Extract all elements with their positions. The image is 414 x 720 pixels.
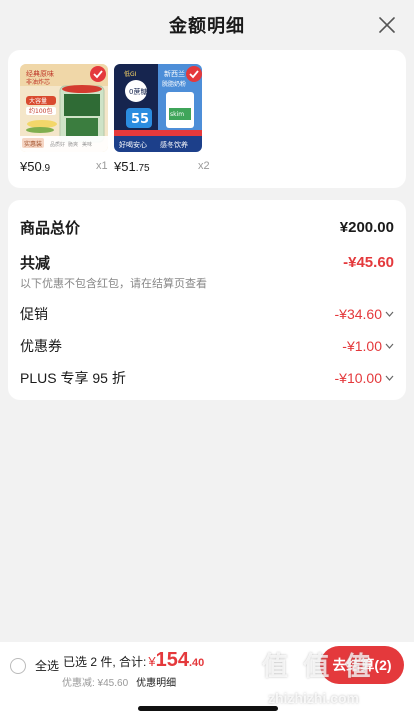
total-currency: ¥ bbox=[148, 654, 156, 669]
total-discount-value: -¥45.60 bbox=[343, 254, 394, 271]
image-text: 大容量 bbox=[29, 97, 47, 105]
watermark-url: zhizhizhi.com bbox=[268, 690, 359, 706]
discount-item-label: PLUS 专享 95 折 bbox=[20, 370, 126, 386]
image-text: 脱脂奶粉 bbox=[162, 80, 186, 88]
image-text: 新西兰 bbox=[164, 69, 185, 78]
milk-powder-image: 低GI 0蔗糖 新西兰 脱脂奶粉 55 好喝安心 感冬饮养 skim bbox=[114, 64, 202, 152]
chevron-down-icon bbox=[385, 343, 394, 349]
select-all-radio[interactable] bbox=[10, 658, 26, 674]
discount-amount: -¥34.60 bbox=[334, 306, 382, 322]
discount-amount: -¥1.00 bbox=[342, 338, 382, 354]
price-int: 50 bbox=[27, 159, 42, 174]
selected-count-text: 已选 2 件, 合计: bbox=[63, 655, 147, 669]
selected-total: 已选 2 件, 合计: ¥ 154 .40 bbox=[63, 649, 204, 672]
discount-summary: 优惠减: ¥45.60 优惠明细 bbox=[62, 674, 176, 689]
image-text: 低GI bbox=[124, 70, 137, 78]
home-indicator bbox=[138, 706, 278, 711]
total-discount-label: 共减 bbox=[20, 255, 51, 272]
total-price-label: 商品总价 bbox=[20, 220, 81, 237]
image-text: 实惠装 bbox=[24, 140, 42, 148]
discount-item-value: -¥10.00 bbox=[335, 370, 394, 386]
discount-note: 以下优惠不包含红包，请在结算页查看 bbox=[20, 278, 207, 290]
product-item[interactable]: 低GI 0蔗糖 新西兰 脱脂奶粉 55 好喝安心 感冬饮养 skim ¥51.7… bbox=[114, 64, 210, 174]
product-image: 经典原味 非油炸芯 大容量 约100包 实惠装 品质好 脆爽 美味 bbox=[20, 64, 108, 152]
image-text: 非油炸芯 bbox=[26, 78, 50, 86]
total-amount-dec: .40 bbox=[188, 657, 205, 669]
page-title: 金额明细 bbox=[169, 16, 245, 36]
discount-item-label: 促销 bbox=[20, 306, 48, 322]
image-text: 经典原味 bbox=[26, 69, 54, 78]
image-text: 品质好 bbox=[50, 141, 65, 148]
product-list-card: 经典原味 非油炸芯 大容量 约100包 实惠装 品质好 脆爽 美味 ¥50.9 … bbox=[8, 50, 406, 188]
chevron-down-icon bbox=[385, 375, 394, 381]
image-text: 感冬饮养 bbox=[160, 140, 188, 149]
image-text: 脆爽 bbox=[68, 141, 78, 148]
product-price: ¥50.9 bbox=[20, 159, 50, 174]
product-qty: x2 bbox=[198, 160, 210, 172]
price-dec: .75 bbox=[135, 163, 150, 174]
discount-item-row[interactable]: PLUS 专享 95 折 -¥10.00 bbox=[20, 368, 394, 388]
image-text: 0蔗糖 bbox=[129, 87, 147, 96]
select-all-label[interactable]: 全选 bbox=[35, 657, 59, 674]
close-icon bbox=[379, 17, 395, 33]
product-image: 低GI 0蔗糖 新西兰 脱脂奶粉 55 好喝安心 感冬饮养 skim bbox=[114, 64, 202, 152]
image-text: skim bbox=[170, 111, 184, 118]
discount-amount: -¥10.00 bbox=[334, 370, 382, 386]
discount-item-row[interactable]: 优惠券 -¥1.00 bbox=[20, 336, 394, 356]
discount-item-value: -¥1.00 bbox=[342, 338, 394, 354]
image-text: 美味 bbox=[82, 141, 92, 148]
chevron-down-icon bbox=[385, 311, 394, 317]
seaweed-jar-image: 经典原味 非油炸芯 大容量 约100包 实惠装 品质好 脆爽 美味 bbox=[20, 64, 108, 152]
price-dec: .9 bbox=[41, 163, 51, 174]
product-price: ¥51.75 bbox=[114, 159, 150, 174]
image-text: 好喝安心 bbox=[119, 140, 147, 149]
total-discount-row: 共减 -¥45.60 bbox=[20, 252, 394, 273]
discount-item-label: 优惠券 bbox=[20, 338, 62, 354]
total-price-row: 商品总价 ¥200.00 bbox=[20, 217, 394, 238]
price-int: 51 bbox=[121, 159, 136, 174]
close-button[interactable] bbox=[374, 12, 400, 38]
price-summary-card: 商品总价 ¥200.00 共减 -¥45.60 以下优惠不包含红包，请在结算页查… bbox=[8, 200, 406, 400]
discount-amount-text: 优惠减: ¥45.60 bbox=[62, 678, 129, 689]
total-price-value: ¥200.00 bbox=[339, 219, 394, 236]
discount-item-value: -¥34.60 bbox=[335, 306, 394, 322]
modal-header: 金额明细 bbox=[0, 0, 414, 50]
total-amount-int: 154 bbox=[155, 649, 189, 671]
discount-item-row[interactable]: 促销 -¥34.60 bbox=[20, 304, 394, 324]
image-text: 约100包 bbox=[29, 107, 52, 115]
image-text: 55 bbox=[131, 112, 149, 127]
product-item[interactable]: 经典原味 非油炸芯 大容量 约100包 实惠装 品质好 脆爽 美味 ¥50.9 … bbox=[20, 64, 112, 174]
product-qty: x1 bbox=[96, 160, 108, 172]
discount-detail-link[interactable]: 优惠明细 bbox=[136, 674, 176, 689]
watermark-logo: 值 值 值 bbox=[262, 650, 375, 681]
